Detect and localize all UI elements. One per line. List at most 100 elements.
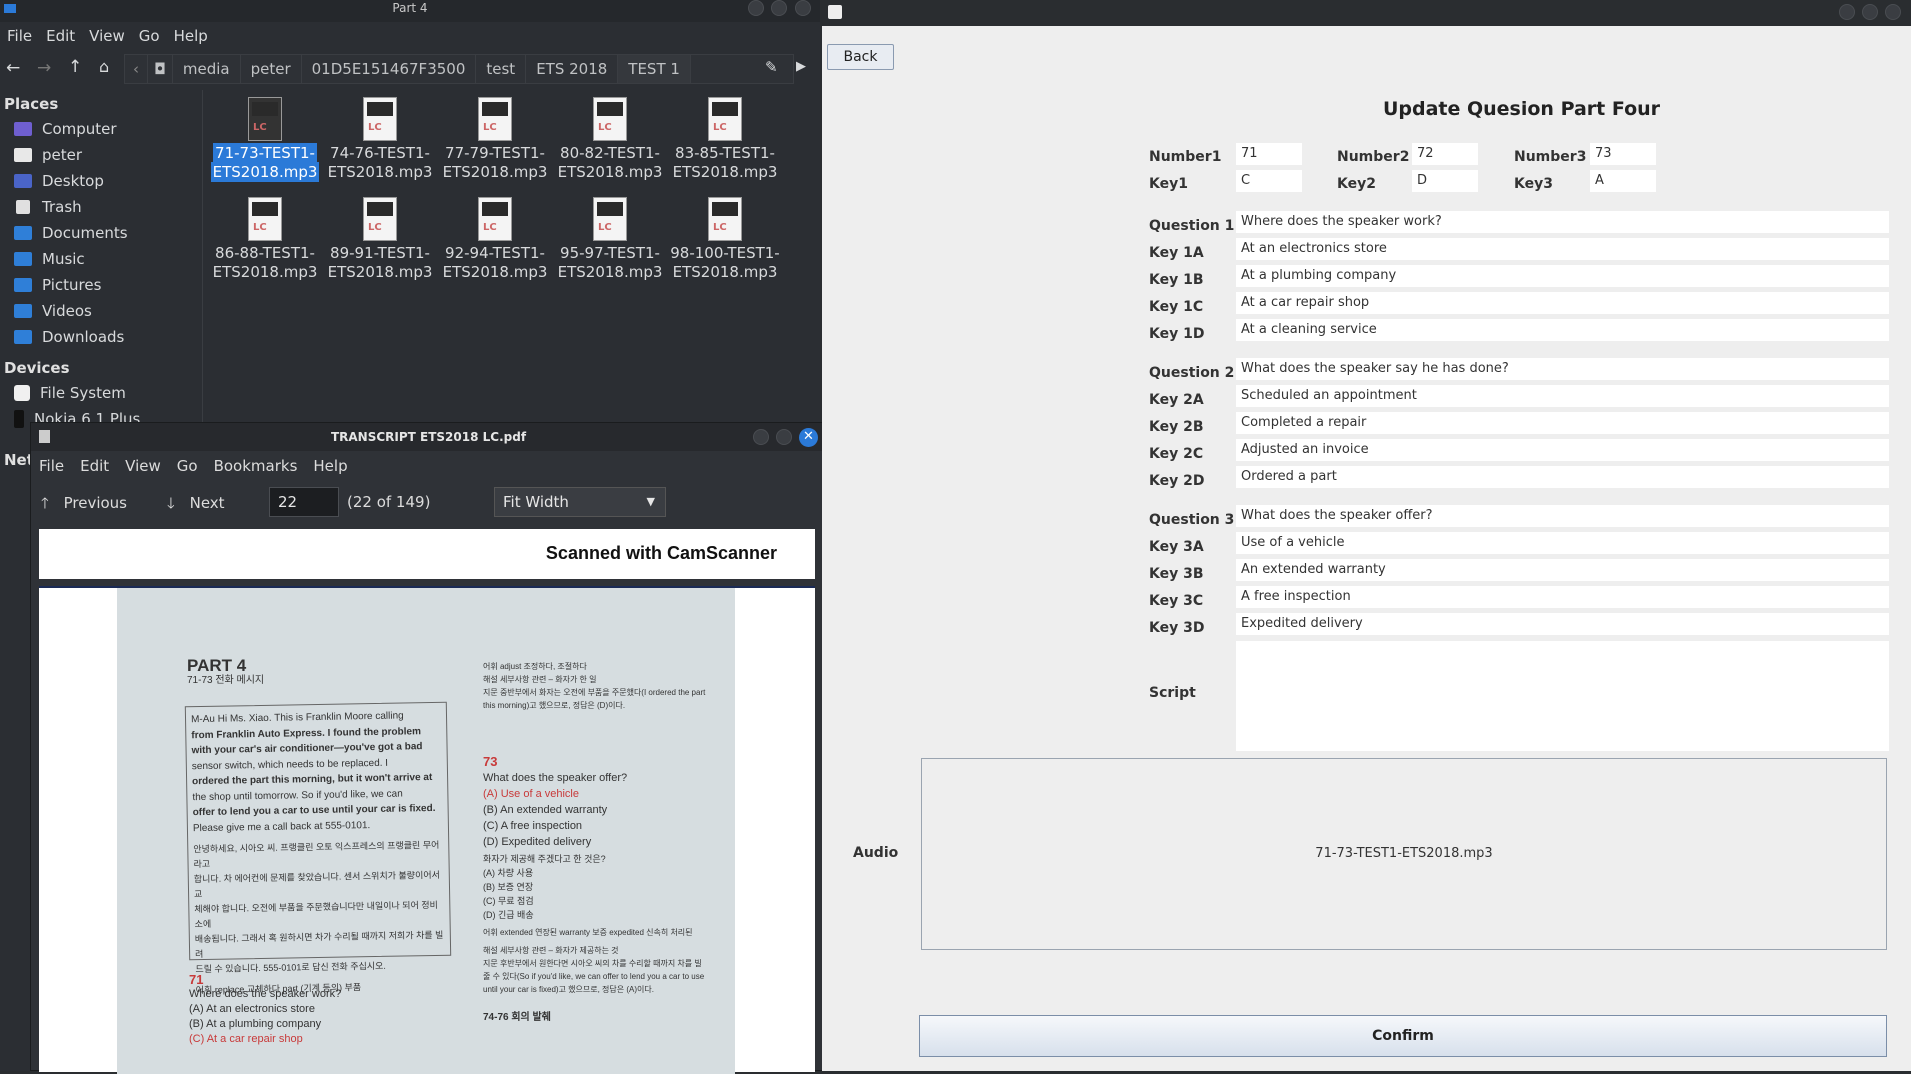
- drive-icon[interactable]: ◘: [148, 55, 173, 83]
- pdf-close-button[interactable]: ✕: [799, 428, 818, 447]
- form-maximize-button[interactable]: [1862, 4, 1878, 20]
- update-question-window: Back Update Quesion Part Four Number1 71…: [822, 0, 1911, 1071]
- form-titlebar: [822, 0, 1911, 26]
- key-1c-label: Key 1C: [1149, 299, 1204, 315]
- sidebar-item-music[interactable]: Music: [0, 246, 202, 272]
- menu-go[interactable]: Go: [132, 24, 167, 48]
- key-2b-field[interactable]: Completed a repair: [1236, 412, 1889, 434]
- key-1b-field[interactable]: At a plumbing company: [1236, 265, 1889, 287]
- file-item[interactable]: 80-82-TEST1-ETS2018.mp3: [555, 97, 665, 182]
- sidebar-item-pictures[interactable]: Pictures: [0, 272, 202, 298]
- question-1-label: Question 1: [1149, 218, 1235, 234]
- forward-arrow-icon[interactable]: →: [37, 58, 51, 78]
- breadcrumb-test[interactable]: test: [476, 55, 527, 83]
- pdf-menu-help[interactable]: Help: [305, 453, 355, 479]
- sidebar-item-peter[interactable]: peter: [0, 142, 202, 168]
- menu-help[interactable]: Help: [167, 24, 215, 48]
- form-close-button[interactable]: [1885, 4, 1901, 20]
- key-1d-field[interactable]: At a cleaning service: [1236, 319, 1889, 341]
- page-number-input[interactable]: 22: [269, 487, 339, 517]
- number1-field[interactable]: 71: [1236, 143, 1302, 165]
- script-textarea[interactable]: [1236, 641, 1889, 751]
- sidebar-item-videos[interactable]: Videos: [0, 298, 202, 324]
- previous-page-button[interactable]: 🡑 Previous: [41, 493, 127, 518]
- key-1a-field[interactable]: At an electronics store: [1236, 238, 1889, 260]
- key-1d-label: Key 1D: [1149, 326, 1205, 342]
- pdf-menu-edit[interactable]: Edit: [72, 453, 117, 479]
- home-icon[interactable]: ⌂: [99, 57, 109, 76]
- breadcrumb-media[interactable]: media: [173, 55, 241, 83]
- file-item[interactable]: 86-88-TEST1-ETS2018.mp3: [210, 197, 320, 282]
- breadcrumb: ‹ ◘ media peter 01D5E151467F3500 test ETS 2018…: [124, 54, 794, 84]
- pdf-menu-view[interactable]: View: [117, 453, 169, 479]
- file-item[interactable]: 95-97-TEST1-ETS2018.mp3: [555, 197, 665, 282]
- file-item[interactable]: 71-73-TEST1-ETS2018.mp3: [210, 97, 320, 182]
- key-1a-label: Key 1A: [1149, 245, 1204, 261]
- confirm-button[interactable]: Confirm: [919, 1015, 1887, 1057]
- breadcrumb-test-1[interactable]: TEST 1: [618, 55, 691, 83]
- question-3-field[interactable]: What does the speaker offer?: [1236, 505, 1889, 527]
- back-arrow-icon[interactable]: ←: [6, 58, 20, 78]
- breadcrumb-ets-2018[interactable]: ETS 2018: [526, 55, 619, 83]
- pdf-menu-file[interactable]: File: [31, 453, 72, 479]
- audio-file-thumbnail-icon: [478, 197, 512, 241]
- key2-field[interactable]: D: [1412, 170, 1478, 192]
- audio-label: Audio: [853, 845, 899, 861]
- breadcrumb-peter[interactable]: peter: [241, 55, 302, 83]
- sidebar-item-computer[interactable]: Computer: [0, 116, 202, 142]
- file-item[interactable]: 83-85-TEST1-ETS2018.mp3: [670, 97, 780, 182]
- pdf-minimize-button[interactable]: [753, 429, 769, 445]
- form-minimize-button[interactable]: [1839, 4, 1855, 20]
- file-item[interactable]: 92-94-TEST1-ETS2018.mp3: [440, 197, 550, 282]
- key-2a-field[interactable]: Scheduled an appointment: [1236, 385, 1889, 407]
- file-item[interactable]: 89-91-TEST1-ETS2018.mp3: [325, 197, 435, 282]
- key-3c-field[interactable]: A free inspection: [1236, 586, 1889, 608]
- sidebar-item-documents[interactable]: Documents: [0, 220, 202, 246]
- edit-path-icon[interactable]: ✎: [765, 58, 778, 76]
- up-arrow-icon[interactable]: ↑: [68, 57, 82, 77]
- minimize-button[interactable]: [748, 0, 764, 16]
- zoom-select[interactable]: Fit Width ▼: [494, 487, 666, 517]
- key1-field[interactable]: C: [1236, 170, 1302, 192]
- file-item[interactable]: 98-100-TEST1-ETS2018.mp3: [670, 197, 780, 282]
- breadcrumb-scroll-left-icon[interactable]: ‹: [125, 55, 148, 83]
- sidebar-item-downloads[interactable]: Downloads: [0, 324, 202, 350]
- menu-edit[interactable]: Edit: [39, 24, 82, 48]
- maximize-button[interactable]: [771, 0, 787, 16]
- pdf-menu-bookmarks[interactable]: Bookmarks: [206, 453, 306, 479]
- chevron-down-icon: ▼: [646, 495, 655, 508]
- key-1c-field[interactable]: At a car repair shop: [1236, 292, 1889, 314]
- key-3a-field[interactable]: Use of a vehicle: [1236, 532, 1889, 554]
- sidebar-item-file-system[interactable]: File System: [0, 380, 202, 406]
- key-2c-field[interactable]: Adjusted an invoice: [1236, 439, 1889, 461]
- back-button[interactable]: Back: [827, 44, 894, 70]
- pdf-maximize-button[interactable]: [776, 429, 792, 445]
- question-2-field[interactable]: What does the speaker say he has done?: [1236, 358, 1889, 380]
- places-header: Places: [4, 95, 59, 113]
- audio-drop-area[interactable]: 71-73-TEST1-ETS2018.mp3: [921, 758, 1887, 950]
- sidebar-item-trash[interactable]: Trash: [0, 194, 202, 220]
- menu-file[interactable]: File: [0, 24, 39, 48]
- sidebar-item-desktop[interactable]: Desktop: [0, 168, 202, 194]
- breadcrumb-scroll-right-icon[interactable]: ▶: [796, 59, 806, 74]
- pdf-menu-go[interactable]: Go: [169, 453, 206, 479]
- next-page-button[interactable]: 🡓 Next: [167, 493, 225, 518]
- audio-file-thumbnail-icon: [708, 197, 742, 241]
- close-button[interactable]: [795, 0, 811, 16]
- number3-field[interactable]: 73: [1590, 143, 1656, 165]
- key-3d-field[interactable]: Expedited delivery: [1236, 613, 1889, 635]
- file-item[interactable]: 77-79-TEST1-ETS2018.mp3: [440, 97, 550, 182]
- number2-field[interactable]: 72: [1412, 143, 1478, 165]
- key-2d-field[interactable]: Ordered a part: [1236, 466, 1889, 488]
- scanned-page-image: PART 4 71-73 전화 메시지 M-Au Hi Ms. Xiao. Th…: [117, 588, 735, 1074]
- key3-field[interactable]: A: [1590, 170, 1656, 192]
- file-manager-toolbar: ← → ↑ ⌂ ‹ ◘ media peter 01D5E151467F3500 test…: [0, 54, 820, 86]
- pdf-page[interactable]: PART 4 71-73 전화 메시지 M-Au Hi Ms. Xiao. Th…: [39, 586, 815, 1074]
- breadcrumb-drive-id[interactable]: 01D5E151467F3500: [302, 55, 477, 83]
- key-3b-field[interactable]: An extended warranty: [1236, 559, 1889, 581]
- question-1-field[interactable]: Where does the speaker work?: [1236, 211, 1889, 233]
- menu-view[interactable]: View: [82, 24, 132, 48]
- pdf-menubar: File Edit View Go Bookmarks Help: [31, 453, 826, 481]
- file-item[interactable]: 74-76-TEST1-ETS2018.mp3: [325, 97, 435, 182]
- key-1b-label: Key 1B: [1149, 272, 1204, 288]
